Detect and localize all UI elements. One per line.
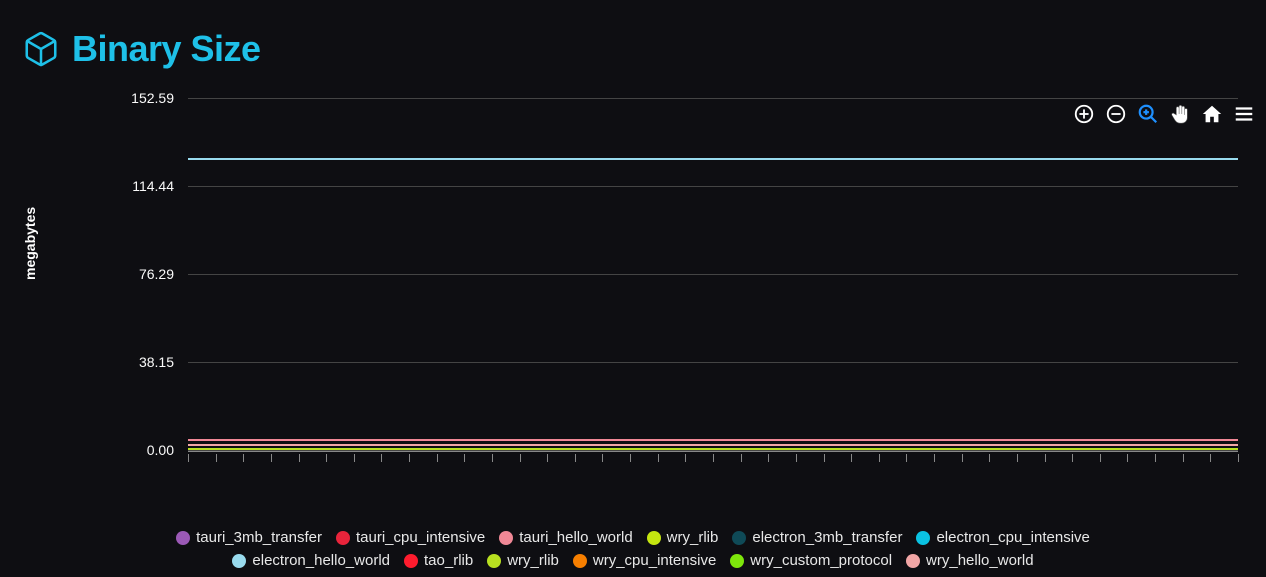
x-tick <box>188 454 189 462</box>
legend-item[interactable]: wry_rlib <box>487 552 559 569</box>
x-tick <box>271 454 272 462</box>
legend-item[interactable]: tao_rlib <box>404 552 473 569</box>
x-tick <box>1100 454 1101 462</box>
x-tick <box>602 454 603 462</box>
series-line <box>188 158 1238 160</box>
legend-label: tauri_3mb_transfer <box>196 529 322 546</box>
legend-label: wry_rlib <box>667 529 719 546</box>
y-tick-label: 38.15 <box>120 354 174 370</box>
y-tick-label: 114.44 <box>120 178 174 194</box>
x-tick <box>575 454 576 462</box>
x-tick <box>685 454 686 462</box>
x-tick <box>630 454 631 462</box>
x-tick <box>989 454 990 462</box>
gridline <box>188 186 1238 187</box>
legend-item[interactable]: tauri_hello_world <box>499 529 632 546</box>
legend-swatch <box>499 531 513 545</box>
x-tick <box>962 454 963 462</box>
gridline <box>188 98 1238 99</box>
legend-swatch <box>730 554 744 568</box>
x-tick <box>1017 454 1018 462</box>
x-tick <box>354 454 355 462</box>
x-tick <box>934 454 935 462</box>
legend-label: wry_hello_world <box>926 552 1034 569</box>
legend-label: electron_3mb_transfer <box>752 529 902 546</box>
legend-item[interactable]: electron_3mb_transfer <box>732 529 902 546</box>
legend-label: tao_rlib <box>424 552 473 569</box>
x-tick <box>1072 454 1073 462</box>
legend-swatch <box>336 531 350 545</box>
x-tick <box>437 454 438 462</box>
x-tick <box>741 454 742 462</box>
legend-item[interactable]: electron_hello_world <box>232 552 390 569</box>
x-tick <box>824 454 825 462</box>
x-tick <box>409 454 410 462</box>
x-tick <box>658 454 659 462</box>
x-tick <box>1183 454 1184 462</box>
legend-swatch <box>906 554 920 568</box>
x-tick <box>851 454 852 462</box>
legend-label: wry_custom_protocol <box>750 552 892 569</box>
page-header: Binary Size <box>0 0 1266 78</box>
series-line <box>188 444 1238 446</box>
series-line <box>188 439 1238 441</box>
x-tick <box>326 454 327 462</box>
x-tick <box>547 454 548 462</box>
legend-swatch <box>176 531 190 545</box>
legend-item[interactable]: wry_rlib <box>647 529 719 546</box>
x-tick <box>464 454 465 462</box>
x-tick <box>1045 454 1046 462</box>
x-tick <box>713 454 714 462</box>
page-title: Binary Size <box>72 28 261 70</box>
x-tick <box>879 454 880 462</box>
legend-swatch <box>916 531 930 545</box>
legend-swatch <box>647 531 661 545</box>
legend-swatch <box>573 554 587 568</box>
x-tick <box>216 454 217 462</box>
x-tick <box>381 454 382 462</box>
legend-item[interactable]: electron_cpu_intensive <box>916 529 1089 546</box>
legend-swatch <box>732 531 746 545</box>
box-icon <box>22 30 60 68</box>
legend-label: electron_cpu_intensive <box>936 529 1089 546</box>
x-tick <box>492 454 493 462</box>
y-tick-label: 0.00 <box>120 442 174 458</box>
legend-item[interactable]: tauri_cpu_intensive <box>336 529 485 546</box>
legend-item[interactable]: wry_cpu_intensive <box>573 552 716 569</box>
legend-item[interactable]: wry_custom_protocol <box>730 552 892 569</box>
y-tick-label: 76.29 <box>120 266 174 282</box>
legend-item[interactable]: wry_hello_world <box>906 552 1034 569</box>
legend-label: tauri_hello_world <box>519 529 632 546</box>
x-tick <box>1127 454 1128 462</box>
y-axis-label: megabytes <box>22 207 38 280</box>
x-tick <box>243 454 244 462</box>
x-axis-ticks <box>188 452 1238 462</box>
legend-label: tauri_cpu_intensive <box>356 529 485 546</box>
gridline <box>188 450 1238 451</box>
legend-swatch <box>404 554 418 568</box>
chart-legend: tauri_3mb_transfer tauri_cpu_intensive tau… <box>0 529 1266 569</box>
gridline <box>188 362 1238 363</box>
legend-label: wry_cpu_intensive <box>593 552 716 569</box>
legend-item[interactable]: tauri_3mb_transfer <box>176 529 322 546</box>
x-tick <box>520 454 521 462</box>
x-tick <box>768 454 769 462</box>
gridline <box>188 274 1238 275</box>
y-tick-label: 152.59 <box>120 90 174 106</box>
legend-swatch <box>232 554 246 568</box>
x-tick <box>299 454 300 462</box>
x-tick <box>906 454 907 462</box>
x-tick <box>1210 454 1211 462</box>
chart-area: 0.0038.1576.29114.44152.59 <box>60 98 1250 478</box>
legend-swatch <box>487 554 501 568</box>
legend-label: wry_rlib <box>507 552 559 569</box>
x-tick <box>1238 454 1239 462</box>
x-tick <box>1155 454 1156 462</box>
legend-label: electron_hello_world <box>252 552 390 569</box>
x-tick <box>796 454 797 462</box>
